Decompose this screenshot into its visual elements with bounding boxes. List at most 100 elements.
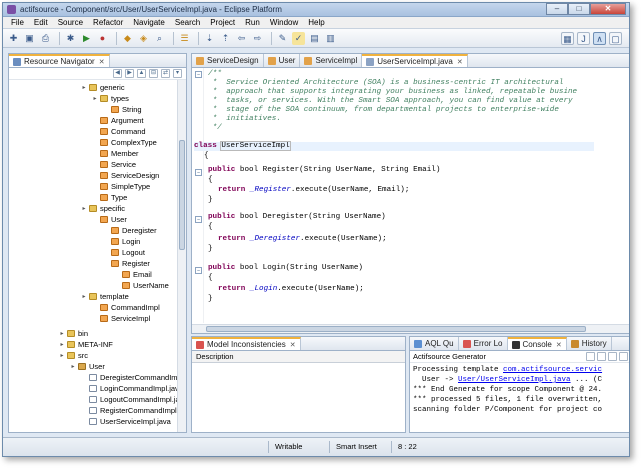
tree-item[interactable]: ▸ src: [59, 350, 88, 361]
tree-item[interactable]: SimpleType: [92, 181, 150, 192]
console-output[interactable]: Processing template com.actifsource.serv…: [410, 363, 629, 417]
tree-item[interactable]: ▸ generic: [81, 82, 124, 93]
tree-item[interactable]: Deregister: [103, 225, 157, 236]
tree-item[interactable]: Service: [92, 159, 136, 170]
link-editor-icon[interactable]: ⇄: [161, 69, 170, 78]
menu-window[interactable]: Window: [270, 18, 298, 27]
editor-hscrollbar[interactable]: [192, 324, 629, 333]
expand-toggle-icon[interactable]: ▸: [59, 352, 65, 359]
tree-item[interactable]: ServiceImpl: [92, 313, 150, 324]
tree-item[interactable]: ▸ types: [92, 93, 128, 104]
close-icon[interactable]: ✕: [457, 58, 463, 66]
menu-refactor[interactable]: Refactor: [93, 18, 123, 27]
print-icon[interactable]: ⎙: [39, 32, 52, 45]
navigator-scrollbar[interactable]: [177, 80, 186, 432]
tree-item[interactable]: Argument: [92, 115, 144, 126]
run-icon[interactable]: ▶: [80, 32, 93, 45]
expand-toggle-icon[interactable]: ▸: [59, 341, 65, 348]
expand-toggle-icon[interactable]: ▸: [81, 84, 87, 91]
tree-item[interactable]: Logout: [103, 247, 145, 258]
tree-item[interactable]: User: [92, 214, 127, 225]
scroll-thumb[interactable]: [206, 326, 586, 332]
tree-item[interactable]: LogoutCommandImpl.java: [81, 394, 186, 405]
tree-item[interactable]: Login: [103, 236, 140, 247]
scroll-lock-icon[interactable]: [597, 352, 606, 361]
prev-annotation-icon[interactable]: ⇡: [219, 32, 232, 45]
tab-user[interactable]: User: [264, 54, 301, 67]
tab-error-log[interactable]: Error Lo: [459, 337, 508, 350]
forward-icon[interactable]: ⇨: [251, 32, 264, 45]
close-icon[interactable]: ✕: [556, 341, 562, 349]
menu-help[interactable]: Help: [308, 18, 324, 27]
tab-servicedesign[interactable]: ServiceDesign: [192, 54, 264, 67]
collapse-all-icon[interactable]: ⊟: [149, 69, 158, 78]
close-icon[interactable]: ✕: [290, 341, 296, 349]
tree-item[interactable]: ▸ User: [70, 361, 104, 372]
tree-item[interactable]: Type: [92, 192, 127, 203]
save-icon[interactable]: ▣: [23, 32, 36, 45]
tab-console[interactable]: Console ✕: [507, 337, 567, 350]
console-link[interactable]: User/UserServiceImpl.java: [458, 376, 571, 384]
fold-toggle-icon[interactable]: –: [195, 216, 202, 223]
description-column-header[interactable]: Description: [192, 351, 405, 363]
menu-edit[interactable]: Edit: [34, 18, 48, 27]
tree-item[interactable]: ▸ src-gen: [59, 430, 103, 433]
expand-toggle-icon[interactable]: ▸: [70, 363, 76, 370]
tree-item[interactable]: Command: [92, 126, 146, 137]
tree-item[interactable]: ComplexType: [92, 137, 157, 148]
menu-source[interactable]: Source: [58, 18, 83, 27]
minimize-button[interactable]: –: [546, 3, 568, 15]
menu-search[interactable]: Search: [175, 18, 200, 27]
fold-toggle-icon[interactable]: –: [195, 169, 202, 176]
tree-item[interactable]: ▸ META-INF: [59, 339, 112, 350]
open-perspective-icon[interactable]: ▦: [561, 31, 574, 45]
code-area[interactable]: – – – – /** * Service Oriented Architect…: [192, 68, 629, 323]
tree-item[interactable]: Email: [114, 269, 152, 280]
expand-toggle-icon[interactable]: ▸: [59, 432, 65, 433]
toggle-icon[interactable]: ▤: [308, 32, 321, 45]
tree-item[interactable]: LoginCommandImpl.java: [81, 383, 183, 394]
open-package-icon[interactable]: ◈: [137, 32, 150, 45]
actifsource-perspective-icon[interactable]: ∧: [593, 31, 606, 45]
maximize-button[interactable]: □: [568, 3, 590, 15]
up-icon[interactable]: ▲: [137, 69, 146, 78]
tree-item[interactable]: String: [103, 104, 142, 115]
tree-item[interactable]: Register: [103, 258, 150, 269]
back-icon[interactable]: ⇦: [235, 32, 248, 45]
tree-item[interactable]: ▸ template: [81, 291, 128, 302]
debug-perspective-icon[interactable]: ▢: [609, 31, 622, 45]
open-type-icon[interactable]: ◆: [121, 32, 134, 45]
fold-toggle-icon[interactable]: –: [195, 71, 202, 78]
tree-item[interactable]: RegisterCommandImpl.java: [81, 405, 186, 416]
search-icon[interactable]: ⌕: [153, 32, 166, 45]
tree-item[interactable]: ▸ bin: [59, 328, 88, 339]
tab-model-inconsistencies[interactable]: Model Inconsistencies ✕: [192, 337, 301, 350]
scroll-thumb[interactable]: [179, 140, 185, 250]
java-perspective-icon[interactable]: J: [577, 31, 590, 45]
tab-serviceimpl[interactable]: ServiceImpl: [300, 54, 363, 67]
close-icon[interactable]: ✕: [99, 58, 105, 66]
next-annotation-icon[interactable]: ⇣: [203, 32, 216, 45]
display-console-icon[interactable]: [619, 352, 628, 361]
pin-console-icon[interactable]: [608, 352, 617, 361]
expand-toggle-icon[interactable]: ▸: [92, 95, 98, 102]
tab-aql-query[interactable]: AQL Qu: [410, 337, 459, 350]
menu-navigate[interactable]: Navigate: [133, 18, 165, 27]
debug-icon[interactable]: ✱: [64, 32, 77, 45]
console-link[interactable]: com.actifsource.servic: [503, 366, 602, 374]
title-bar[interactable]: actifsource - Component/src/User/UserSer…: [3, 3, 629, 17]
tree-item[interactable]: CommandImpl: [92, 302, 160, 313]
new-icon[interactable]: ✚: [7, 32, 20, 45]
clear-console-icon[interactable]: [586, 352, 595, 361]
tree-item[interactable]: ▸ specific: [81, 203, 125, 214]
tree-item[interactable]: Member: [92, 148, 139, 159]
tree-item[interactable]: UserServiceImpl.java: [81, 416, 171, 427]
highlight-icon[interactable]: ✓: [292, 31, 305, 45]
tree-item[interactable]: ServiceDesign: [92, 170, 159, 181]
close-button[interactable]: ✕: [590, 3, 626, 15]
tree-item[interactable]: UserName: [114, 280, 169, 291]
tab-resource-navigator[interactable]: Resource Navigator ✕: [9, 54, 110, 67]
external-tools-icon[interactable]: ●: [96, 32, 109, 45]
menu-project[interactable]: Project: [210, 18, 235, 27]
tab-history[interactable]: History: [567, 337, 612, 350]
